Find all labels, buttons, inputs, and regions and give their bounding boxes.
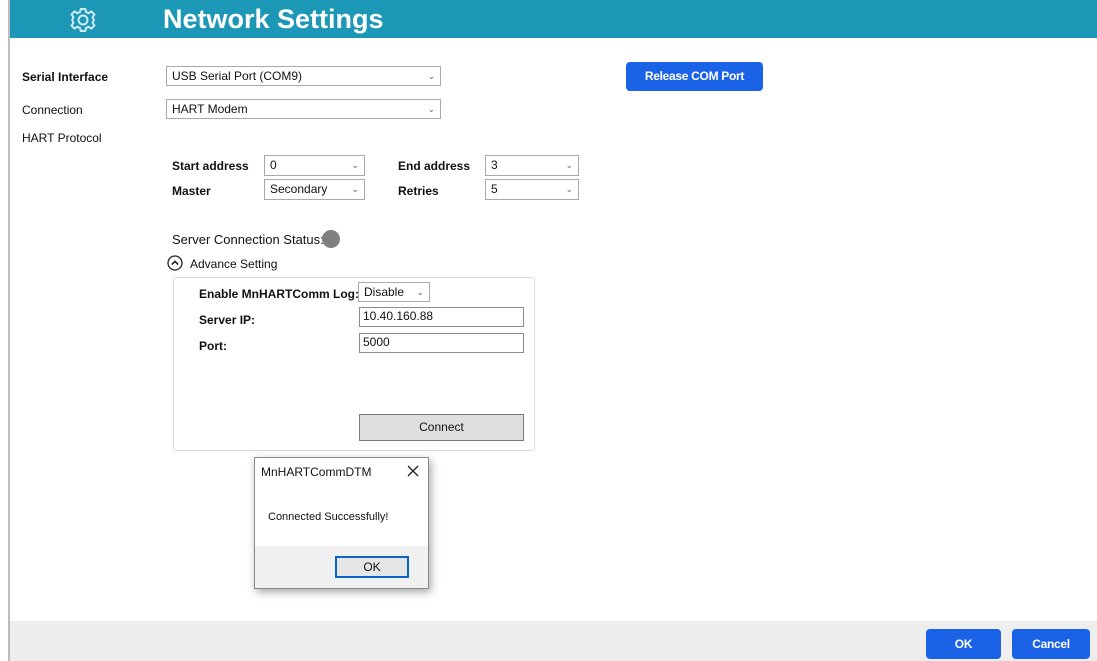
enable-log-value: Disable: [364, 285, 405, 299]
server-connection-status-label: Server Connection Status:: [172, 232, 324, 247]
connection-value: HART Modem: [172, 102, 248, 116]
server-ip-input[interactable]: 10.40.160.88: [359, 307, 524, 327]
advance-setting-toggle[interactable]: Advance Setting: [190, 256, 277, 272]
enable-log-select[interactable]: Disable ⌄: [358, 282, 430, 302]
start-address-label: Start address: [172, 159, 249, 173]
start-address-select[interactable]: 0 ⌄: [264, 155, 365, 176]
dialog-message: Connected Successfully!: [268, 511, 389, 523]
connection-select[interactable]: HART Modem ⌄: [166, 99, 441, 119]
retries-select[interactable]: 5 ⌄: [485, 179, 579, 200]
start-address-value: 0: [270, 158, 277, 172]
message-dialog: MnHARTCommDTM Connected Successfully! OK: [254, 457, 429, 589]
chevron-down-icon: ⌄: [565, 184, 573, 194]
end-address-value: 3: [491, 158, 498, 172]
release-com-port-button[interactable]: Release COM Port: [626, 62, 763, 91]
gear-icon: [63, 5, 103, 35]
dialog-title: MnHARTCommDTM: [261, 465, 372, 479]
chevron-up-icon[interactable]: [167, 255, 183, 271]
chevron-down-icon: ⌄: [416, 287, 424, 297]
connect-button[interactable]: Connect: [359, 414, 524, 441]
end-address-label: End address: [398, 159, 471, 173]
port-label: Port:: [199, 339, 227, 353]
master-select[interactable]: Secondary ⌄: [264, 179, 365, 200]
serial-interface-label: Serial Interface: [22, 70, 109, 84]
hart-protocol-label: HART Protocol: [22, 131, 102, 145]
chevron-down-icon: ⌄: [351, 184, 359, 194]
chevron-down-icon: ⌄: [427, 71, 435, 81]
cancel-button[interactable]: Cancel: [1012, 629, 1090, 659]
chevron-down-icon: ⌄: [351, 160, 359, 170]
close-icon[interactable]: [403, 461, 423, 481]
end-address-select[interactable]: 3 ⌄: [485, 155, 579, 176]
connection-label: Connection: [22, 103, 83, 117]
dialog-ok-button[interactable]: OK: [335, 556, 409, 578]
server-ip-label: Server IP:: [199, 313, 256, 327]
master-value: Secondary: [270, 182, 328, 196]
serial-interface-value: USB Serial Port (COM9): [172, 69, 303, 83]
status-indicator: [322, 230, 340, 248]
retries-label: Retries: [398, 184, 439, 198]
chevron-down-icon: ⌄: [565, 160, 573, 170]
enable-log-label: Enable MnHARTComm Log:: [199, 287, 359, 301]
master-label: Master: [172, 184, 211, 198]
chevron-down-icon: ⌄: [427, 104, 435, 114]
page-title: Network Settings: [163, 4, 384, 34]
ok-button[interactable]: OK: [926, 629, 1001, 659]
serial-interface-select[interactable]: USB Serial Port (COM9) ⌄: [166, 66, 441, 86]
port-input[interactable]: 5000: [359, 333, 524, 353]
retries-value: 5: [491, 182, 498, 196]
